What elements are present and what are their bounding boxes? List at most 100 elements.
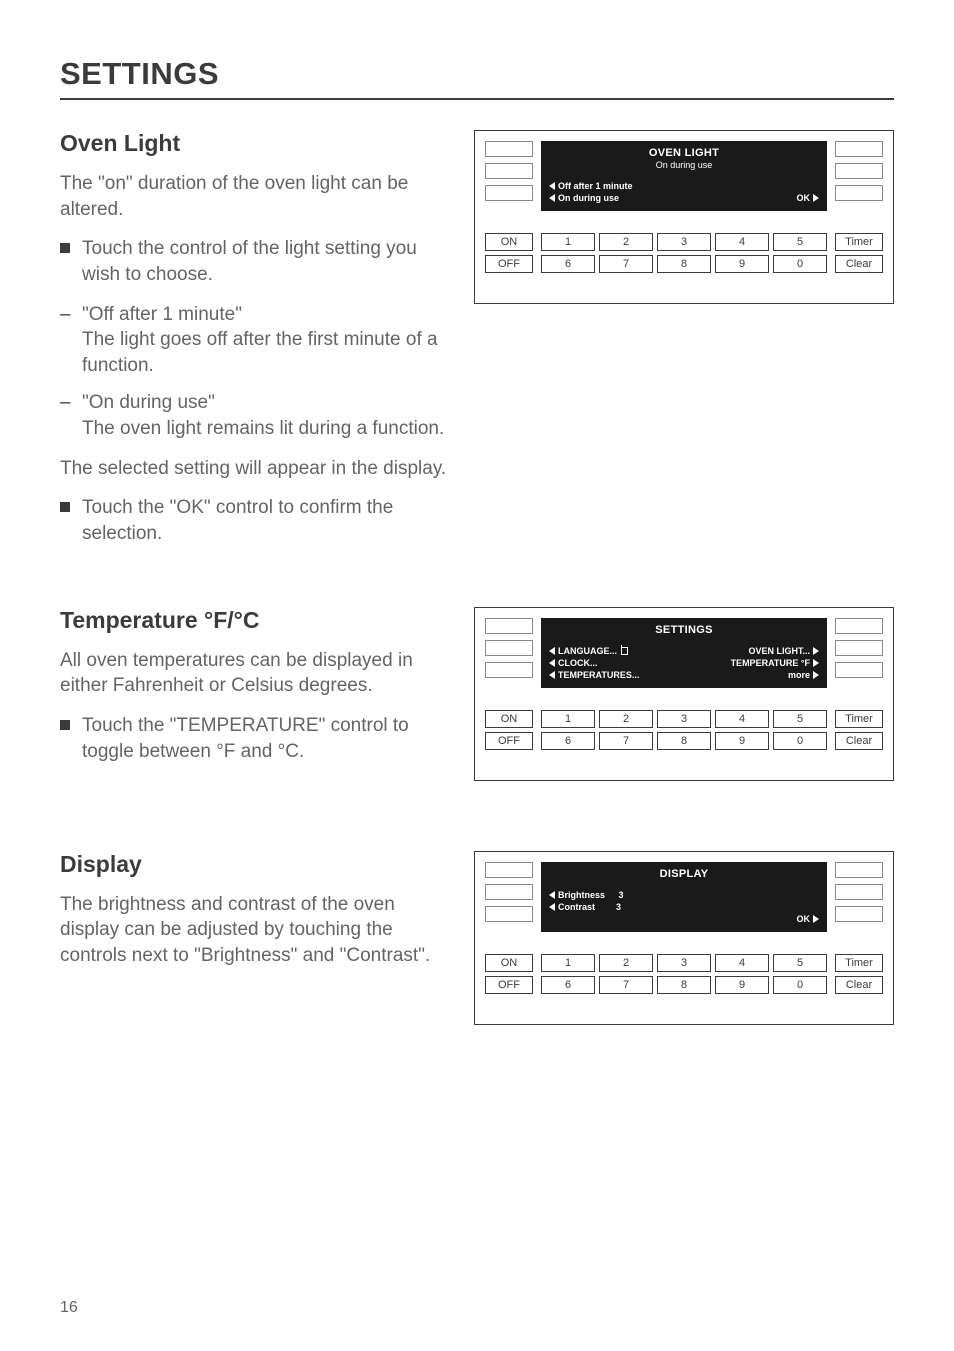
oven-light-heading: Oven Light: [60, 130, 448, 157]
timer-button[interactable]: Timer: [835, 954, 883, 972]
key-9[interactable]: 9: [715, 255, 769, 273]
key-5[interactable]: 5: [773, 710, 827, 728]
soft-key-right-1[interactable]: [835, 862, 883, 878]
on-button[interactable]: ON: [485, 954, 533, 972]
soft-key-left-1[interactable]: [485, 618, 533, 634]
display-brightness-value: 3: [619, 890, 624, 900]
page-title: SETTINGS: [60, 56, 894, 100]
key-3[interactable]: 3: [657, 954, 711, 972]
key-3[interactable]: 3: [657, 710, 711, 728]
key-6[interactable]: 6: [541, 976, 595, 994]
key-9[interactable]: 9: [715, 976, 769, 994]
soft-key-left-2[interactable]: [485, 640, 533, 656]
oven-light-option-off: "Off after 1 minute" The light goes off …: [60, 302, 448, 379]
key-0[interactable]: 0: [773, 255, 827, 273]
triangle-left-icon: [549, 647, 555, 655]
soft-key-right-3[interactable]: [835, 185, 883, 201]
clear-button[interactable]: Clear: [835, 255, 883, 273]
screen-ok-label: OK: [797, 193, 811, 203]
menu-language: LANGUAGE...: [558, 646, 617, 656]
lcd-screen: SETTINGS LANGUAGE... OVEN LIGHT... CLOCK…: [541, 618, 827, 688]
soft-key-right-2[interactable]: [835, 163, 883, 179]
soft-key-right-3[interactable]: [835, 906, 883, 922]
soft-key-right-3[interactable]: [835, 662, 883, 678]
timer-button[interactable]: Timer: [835, 233, 883, 251]
temperature-step-1: Touch the "TEMPERATURE" control to toggl…: [60, 713, 448, 764]
triangle-right-icon: [813, 915, 819, 923]
soft-key-left-3[interactable]: [485, 662, 533, 678]
triangle-left-icon: [549, 182, 555, 190]
timer-button[interactable]: Timer: [835, 710, 883, 728]
soft-key-left-1[interactable]: [485, 862, 533, 878]
key-8[interactable]: 8: [657, 976, 711, 994]
menu-temperature: TEMPERATURE °F: [731, 658, 810, 668]
triangle-left-icon: [549, 194, 555, 202]
key-2[interactable]: 2: [599, 710, 653, 728]
on-button[interactable]: ON: [485, 710, 533, 728]
panel-oven-light: OVEN LIGHT On during use Off after 1 min…: [474, 130, 894, 304]
clear-button[interactable]: Clear: [835, 732, 883, 750]
key-5[interactable]: 5: [773, 954, 827, 972]
temperature-heading: Temperature °F/°C: [60, 607, 448, 634]
key-2[interactable]: 2: [599, 954, 653, 972]
menu-oven-light: OVEN LIGHT...: [748, 646, 810, 656]
off-button[interactable]: OFF: [485, 976, 533, 994]
soft-key-right-2[interactable]: [835, 640, 883, 656]
screen-line-off-after: Off after 1 minute: [558, 181, 633, 191]
key-0[interactable]: 0: [773, 732, 827, 750]
key-1[interactable]: 1: [541, 233, 595, 251]
soft-key-left-1[interactable]: [485, 141, 533, 157]
key-1[interactable]: 1: [541, 954, 595, 972]
key-8[interactable]: 8: [657, 255, 711, 273]
lcd-screen: OVEN LIGHT On during use Off after 1 min…: [541, 141, 827, 211]
key-0[interactable]: 0: [773, 976, 827, 994]
key-5[interactable]: 5: [773, 233, 827, 251]
off-button[interactable]: OFF: [485, 255, 533, 273]
key-4[interactable]: 4: [715, 233, 769, 251]
display-brightness-label: Brightness: [558, 890, 605, 900]
option-on-body: The oven light remains lit during a func…: [82, 416, 448, 442]
key-6[interactable]: 6: [541, 255, 595, 273]
soft-key-right-1[interactable]: [835, 618, 883, 634]
option-on-title: "On during use": [82, 392, 215, 413]
on-button[interactable]: ON: [485, 233, 533, 251]
option-off-title: "Off after 1 minute": [82, 304, 242, 325]
screen-title: OVEN LIGHT: [549, 147, 819, 159]
triangle-left-icon: [549, 891, 555, 899]
option-off-body: The light goes off after the first minut…: [82, 327, 448, 378]
key-7[interactable]: 7: [599, 732, 653, 750]
menu-more: more: [788, 670, 810, 680]
display-contrast-label: Contrast: [558, 902, 595, 912]
off-button[interactable]: OFF: [485, 732, 533, 750]
soft-key-right-1[interactable]: [835, 141, 883, 157]
triangle-left-icon: [549, 903, 555, 911]
soft-key-left-2[interactable]: [485, 884, 533, 900]
oven-light-outro: The selected setting will appear in the …: [60, 456, 448, 482]
menu-temperatures: TEMPERATURES...: [558, 670, 639, 680]
display-heading: Display: [60, 851, 448, 878]
soft-key-left-2[interactable]: [485, 163, 533, 179]
oven-light-intro: The "on" duration of the oven light can …: [60, 171, 448, 222]
temperature-intro: All oven temperatures can be displayed i…: [60, 648, 448, 699]
key-7[interactable]: 7: [599, 976, 653, 994]
panel-display: DISPLAY Brightness 3 Contrast 3: [474, 851, 894, 1025]
key-8[interactable]: 8: [657, 732, 711, 750]
key-2[interactable]: 2: [599, 233, 653, 251]
triangle-right-icon: [813, 659, 819, 667]
screen-subtitle: On during use: [549, 160, 819, 170]
panel-settings: SETTINGS LANGUAGE... OVEN LIGHT... CLOCK…: [474, 607, 894, 781]
key-6[interactable]: 6: [541, 732, 595, 750]
key-3[interactable]: 3: [657, 233, 711, 251]
key-9[interactable]: 9: [715, 732, 769, 750]
page-number: 16: [60, 1299, 78, 1317]
key-7[interactable]: 7: [599, 255, 653, 273]
soft-key-right-2[interactable]: [835, 884, 883, 900]
key-4[interactable]: 4: [715, 710, 769, 728]
key-4[interactable]: 4: [715, 954, 769, 972]
key-1[interactable]: 1: [541, 710, 595, 728]
oven-light-step-1: Touch the control of the light setting y…: [60, 236, 448, 287]
display-contrast-value: 3: [616, 902, 621, 912]
clear-button[interactable]: Clear: [835, 976, 883, 994]
soft-key-left-3[interactable]: [485, 185, 533, 201]
soft-key-left-3[interactable]: [485, 906, 533, 922]
